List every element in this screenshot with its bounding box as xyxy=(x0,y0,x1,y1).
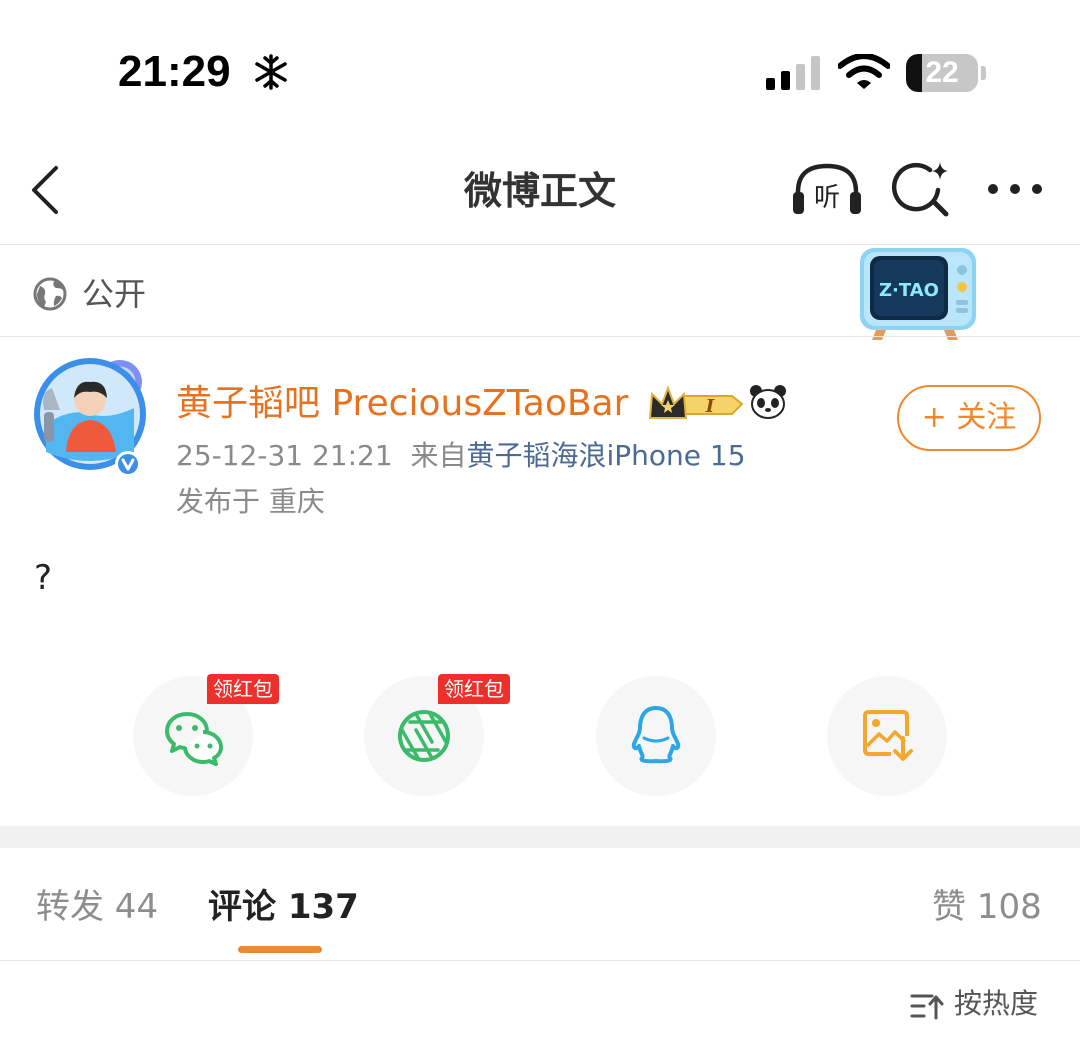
tv-badge-text: Z·TAO xyxy=(879,280,939,301)
post-location: 发布于 重庆 xyxy=(176,485,325,518)
post-body: ? xyxy=(34,558,53,598)
share-wechat-tag: 领红包 xyxy=(207,674,279,704)
active-tab-indicator xyxy=(238,946,322,953)
wifi-icon xyxy=(838,54,890,89)
post-from-prefix: 来自 xyxy=(410,439,467,472)
author-name[interactable]: 黄子韬吧 PreciousZTaoBar xyxy=(176,380,628,428)
post-meta: 25-12-31 21:21 来自黄子韬海浪iPhone 15 xyxy=(176,436,746,476)
visibility-label: 公开 xyxy=(82,275,147,313)
save-image-icon xyxy=(863,710,913,761)
share-qq-button[interactable] xyxy=(596,676,716,796)
wechat-icon xyxy=(165,712,223,766)
follow-button[interactable]: + 关注 xyxy=(897,385,1041,451)
chevron-left-icon[interactable] xyxy=(26,162,66,218)
moments-shutter-icon xyxy=(398,710,450,762)
qq-penguin-icon xyxy=(631,706,681,764)
tab-like[interactable]: 赞 108 xyxy=(932,884,1042,930)
tv-badge-icon[interactable]: Z·TAO xyxy=(854,244,980,344)
post-time: 25-12-31 21:21 xyxy=(176,439,393,472)
avatar[interactable] xyxy=(30,352,150,480)
save-image-button[interactable] xyxy=(827,676,947,796)
sort-icon[interactable] xyxy=(910,992,944,1020)
status-time: 21:29 xyxy=(118,47,231,96)
cellular-signal-icon xyxy=(766,56,820,90)
more-dots-icon[interactable] xyxy=(984,172,1046,206)
panda-icon xyxy=(750,385,786,419)
sparkle-search-icon[interactable] xyxy=(890,158,952,220)
share-moments-tag: 领红包 xyxy=(438,674,510,704)
tabs-divider xyxy=(0,960,1080,961)
post-source[interactable]: 黄子韬海浪iPhone 15 xyxy=(467,439,746,472)
tab-repost[interactable]: 转发 44 xyxy=(36,884,158,930)
globe-icon xyxy=(33,277,67,311)
battery-cap xyxy=(981,66,986,80)
battery-indicator: 22 xyxy=(906,54,978,92)
page-title: 微博正文 xyxy=(463,169,616,213)
tab-comment[interactable]: 评论 137 xyxy=(208,884,359,930)
sort-label[interactable]: 按热度 xyxy=(954,984,1038,1024)
crown-level-badge-icon[interactable]: I xyxy=(648,384,744,424)
battery-percent: 22 xyxy=(925,56,959,89)
visibility-divider xyxy=(0,336,1080,337)
section-gap xyxy=(0,826,1080,848)
headphones-listen-icon[interactable]: 听 xyxy=(792,162,862,216)
snowflake-icon xyxy=(255,54,287,90)
level-badge-text: I xyxy=(705,396,715,417)
listen-label: 听 xyxy=(814,183,840,213)
